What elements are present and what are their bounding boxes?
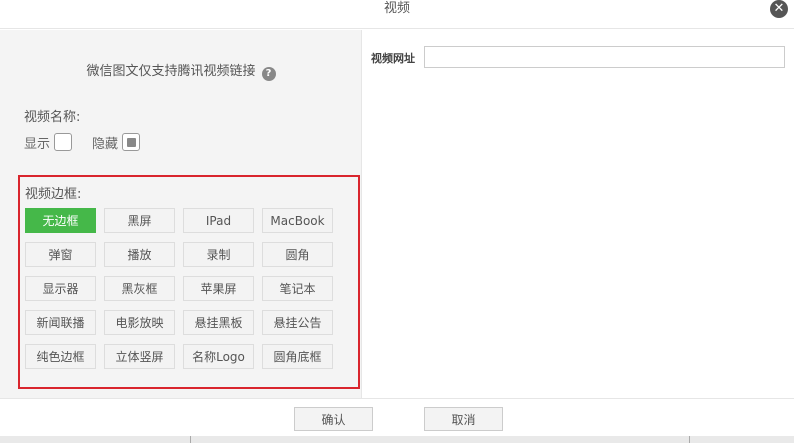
border-style-button[interactable]: 名称Logo: [183, 344, 254, 369]
border-style-button[interactable]: 弹窗: [25, 242, 96, 267]
confirm-button[interactable]: 确认: [294, 407, 373, 431]
right-panel: 视频网址: [363, 30, 794, 398]
video-url-label: 视频网址: [371, 52, 415, 65]
video-url-input[interactable]: [424, 46, 785, 68]
border-style-button[interactable]: 新闻联播: [25, 310, 96, 335]
hide-label: 隐藏: [92, 136, 119, 152]
background-page: [190, 436, 690, 443]
border-style-button[interactable]: 播放: [104, 242, 175, 267]
show-label: 显示: [24, 136, 51, 152]
border-style-grid: 无边框 黑屏 IPad MacBook 弹窗 播放 录制 圆角显示器 黑灰框 苹果屏 笔记本新闻联播…: [25, 208, 333, 369]
hide-checkbox[interactable]: [122, 133, 141, 151]
border-style-button[interactable]: 黑灰框: [104, 276, 175, 301]
video-border-label: 视频边框:: [25, 187, 82, 202]
dialog-titlebar: 视频 ✕: [0, 0, 794, 29]
cancel-button[interactable]: 取消: [424, 407, 503, 431]
dialog-footer: 确认 取消: [0, 398, 794, 436]
hide-option[interactable]: 隐藏: [92, 133, 141, 152]
border-style-button[interactable]: 圆角: [262, 242, 333, 267]
border-style-button[interactable]: IPad: [183, 208, 254, 233]
border-style-button[interactable]: 苹果屏: [183, 276, 254, 301]
notice-text: 微信图文仅支持腾讯视频链接: [86, 64, 256, 79]
border-style-button[interactable]: MacBook: [262, 208, 333, 233]
video-border-section: 视频边框: 无边框 黑屏 IPad MacBook 弹窗 播放 录制 圆角显示器 黑灰框 苹果屏笔…: [18, 175, 360, 389]
close-icon[interactable]: ✕: [770, 0, 788, 18]
video-dialog: 视频 ✕ 微信图文仅支持腾讯视频链接? 视频名称: 显示 隐藏 视频边框: 无边…: [0, 0, 794, 436]
left-panel: 微信图文仅支持腾讯视频链接? 视频名称: 显示 隐藏 视频边框: 无边框 黑屏 IP…: [0, 30, 362, 398]
border-style-button[interactable]: 录制: [183, 242, 254, 267]
help-icon[interactable]: ?: [261, 67, 276, 81]
border-style-button[interactable]: 无边框: [25, 208, 96, 233]
show-checkbox[interactable]: [54, 133, 73, 151]
border-style-button[interactable]: 悬挂公告: [262, 310, 333, 335]
border-style-button[interactable]: 悬挂黑板: [183, 310, 254, 335]
video-name-label: 视频名称:: [24, 110, 81, 125]
border-style-button[interactable]: 显示器: [25, 276, 96, 301]
border-style-button[interactable]: 黑屏: [104, 208, 175, 233]
dialog-title: 视频: [383, 1, 410, 16]
border-style-button[interactable]: 立体竖屏: [104, 344, 175, 369]
border-style-button[interactable]: 电影放映: [104, 310, 175, 335]
border-style-button[interactable]: 圆角底框: [262, 344, 333, 369]
border-style-button[interactable]: 笔记本: [262, 276, 333, 301]
show-option[interactable]: 显示: [24, 133, 73, 152]
tencent-only-notice: 微信图文仅支持腾讯视频链接?: [0, 60, 362, 81]
border-style-button[interactable]: 纯色边框: [25, 344, 96, 369]
video-name-options: 显示 隐藏: [24, 132, 160, 152]
